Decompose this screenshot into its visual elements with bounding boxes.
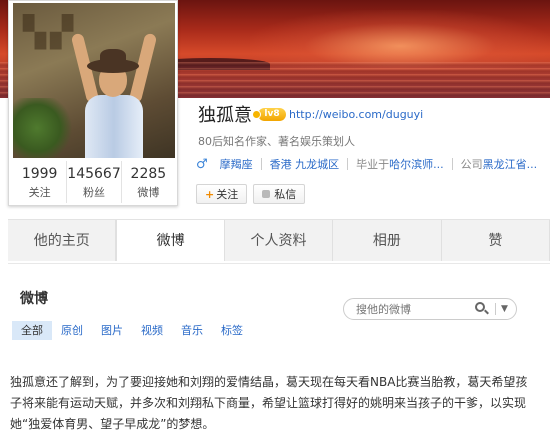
company-link[interactable]: 黑龙江省... bbox=[483, 156, 538, 172]
stat-posts[interactable]: 2285 微博 bbox=[122, 161, 175, 203]
post-text: 独孤意还了解到，为了要迎接她和刘翔的爱情结晶，葛天现在每天看NBA比赛当胎教，葛… bbox=[10, 375, 528, 431]
search-input[interactable] bbox=[356, 302, 474, 316]
stat-label: 微博 bbox=[137, 186, 160, 199]
tab-album[interactable]: 相册 bbox=[333, 220, 442, 261]
profile-description: 80后知名作家、著名娱乐策划人 bbox=[198, 135, 355, 148]
person-body bbox=[85, 95, 143, 158]
stat-followers[interactable]: 145667 粉丝 bbox=[67, 161, 122, 203]
stat-value: 2285 bbox=[130, 166, 167, 182]
filter-tags[interactable]: 标签 bbox=[212, 321, 252, 340]
profile-name-row: 独孤意 lv8 http://weibo.com/duguyi bbox=[198, 102, 423, 126]
profile-tabs: 他的主页 微博 个人资料 相册 赞 bbox=[8, 219, 550, 261]
follow-label: 关注 bbox=[216, 188, 239, 201]
cover-sunset-glow bbox=[250, 10, 550, 70]
tab-weibo[interactable]: 微博 bbox=[116, 220, 225, 261]
filter-videos[interactable]: 视频 bbox=[132, 321, 172, 340]
school-prefix: 毕业于 bbox=[356, 158, 390, 171]
message-button[interactable]: 私信 bbox=[253, 184, 306, 204]
rock-carving-decoration: ▚▞ bbox=[23, 15, 78, 50]
filter-original[interactable]: 原创 bbox=[52, 321, 92, 340]
feed-filters: 全部 原创 图片 视频 音乐 标签 bbox=[12, 321, 252, 340]
location-link[interactable]: 香港 九龙城区 bbox=[270, 156, 340, 172]
profile-home-link[interactable]: http://weibo.com/duguyi bbox=[289, 108, 423, 121]
stats-bar: 1999 关注 145667 粉丝 2285 微博 bbox=[13, 161, 175, 203]
avatar[interactable]: ▚▞ bbox=[13, 3, 175, 158]
stat-label: 粉丝 bbox=[83, 186, 105, 199]
section-title: 微博 bbox=[20, 291, 48, 307]
divider bbox=[347, 158, 349, 170]
stat-value: 145667 bbox=[67, 166, 121, 182]
tab-likes[interactable]: 赞 bbox=[442, 220, 550, 261]
search-icon[interactable] bbox=[474, 301, 490, 317]
search-icon-handle bbox=[484, 309, 489, 315]
plus-icon: + bbox=[205, 187, 215, 201]
divider bbox=[451, 158, 453, 170]
feed-panel: 微博 ▼ 全部 原创 图片 视频 音乐 标签 独孤意还了解到，为了要迎接她和刘翔… bbox=[8, 263, 550, 436]
profile-info-row: ♂ 摩羯座 香港 九龙城区 毕业于 哈尔滨师... 公司 黑龙江省... bbox=[196, 155, 537, 173]
badge-dot-icon bbox=[252, 109, 261, 119]
male-gender-icon: ♂ bbox=[196, 156, 208, 172]
stat-following[interactable]: 1999 关注 bbox=[13, 161, 68, 203]
filter-music[interactable]: 音乐 bbox=[172, 321, 212, 340]
company-prefix: 公司 bbox=[460, 158, 483, 171]
follow-button[interactable]: + 关注 bbox=[196, 184, 248, 204]
chevron-down-icon[interactable]: ▼ bbox=[501, 304, 508, 314]
avatar-card: ▚▞ 1999 关注 145667 粉丝 2285 微博 bbox=[8, 0, 178, 206]
profile-actions: + 关注 私信 bbox=[196, 184, 311, 204]
message-icon bbox=[262, 190, 271, 198]
divider bbox=[260, 158, 262, 170]
tab-profile-info[interactable]: 个人资料 bbox=[225, 220, 334, 261]
divider bbox=[495, 303, 496, 315]
filter-images[interactable]: 图片 bbox=[92, 321, 132, 340]
school-link[interactable]: 哈尔滨师... bbox=[389, 156, 444, 172]
message-label: 私信 bbox=[274, 188, 297, 201]
filter-all[interactable]: 全部 bbox=[12, 321, 52, 340]
stat-value: 1999 bbox=[21, 166, 58, 182]
zodiac-link[interactable]: 摩羯座 bbox=[220, 156, 253, 172]
foliage-decoration bbox=[13, 98, 73, 158]
level-badge[interactable]: lv8 bbox=[258, 107, 286, 121]
person-hat-crown bbox=[100, 49, 126, 65]
tab-home[interactable]: 他的主页 bbox=[8, 220, 117, 261]
stat-label: 关注 bbox=[28, 186, 51, 199]
feed-search-box: ▼ bbox=[343, 298, 517, 320]
profile-name: 独孤意 bbox=[198, 105, 252, 126]
